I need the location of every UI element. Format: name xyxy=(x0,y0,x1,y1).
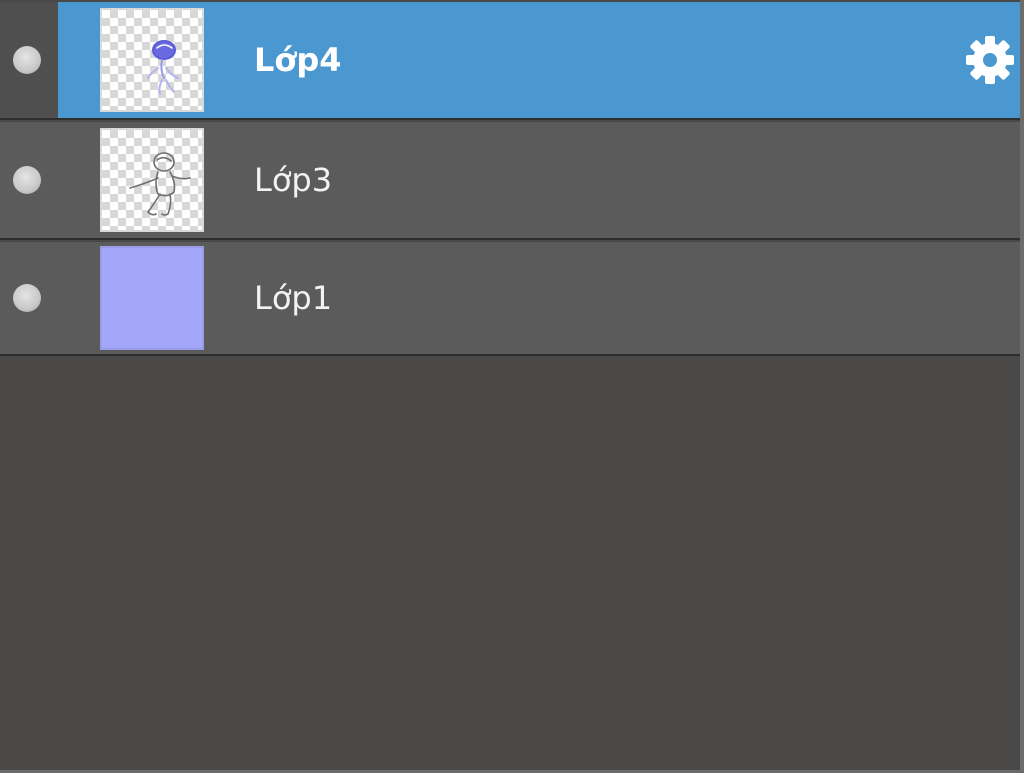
visibility-dot-icon[interactable] xyxy=(13,284,41,312)
visibility-dot-icon[interactable] xyxy=(13,166,41,194)
visibility-column xyxy=(0,122,56,238)
visibility-dot-icon[interactable] xyxy=(13,46,41,74)
blue-sketch-figure-icon xyxy=(147,40,179,95)
layer-name[interactable]: Lớp1 xyxy=(254,279,332,317)
empty-layers-area xyxy=(0,356,1020,770)
layer-thumbnail[interactable] xyxy=(100,246,204,350)
layer-row-lop3[interactable]: Lớp3 xyxy=(0,122,1020,240)
gray-sketch-figure-icon xyxy=(129,152,191,216)
layer-name[interactable]: Lớp4 xyxy=(254,41,342,79)
gear-icon[interactable] xyxy=(962,32,1018,88)
layer-row-lop1[interactable]: Lớp1 xyxy=(0,242,1020,356)
layer-row-lop4[interactable]: Lớp4 xyxy=(0,2,1020,120)
layer-thumbnail[interactable] xyxy=(100,8,204,112)
visibility-column xyxy=(0,242,56,354)
layers-panel: Lớp4 Lớp3 Lớp1 xyxy=(0,0,1024,773)
layer-thumbnail[interactable] xyxy=(100,128,204,232)
layer-name[interactable]: Lớp3 xyxy=(254,161,332,199)
visibility-column xyxy=(0,2,56,118)
